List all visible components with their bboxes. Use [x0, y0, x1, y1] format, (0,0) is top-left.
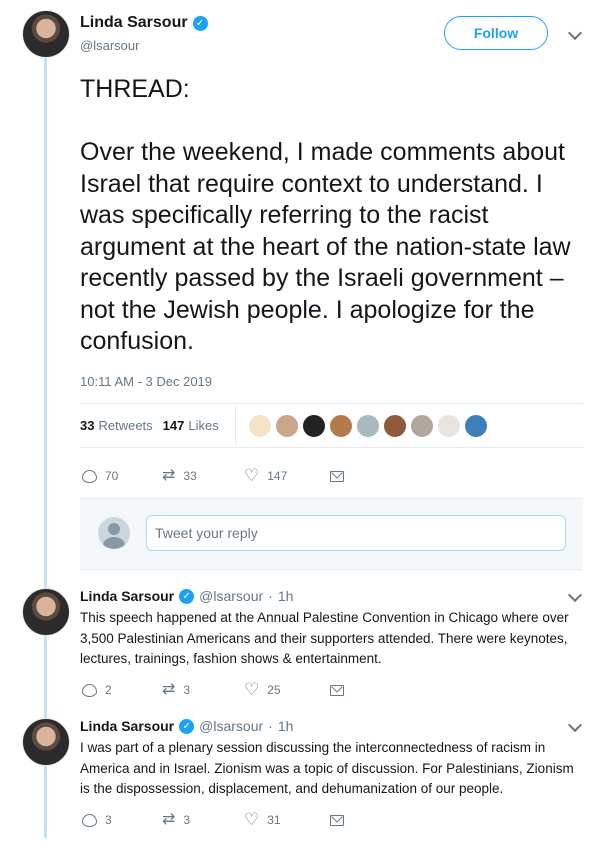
- mail-icon: [330, 814, 344, 826]
- avatar[interactable]: [22, 718, 70, 766]
- like-count: 25: [267, 683, 281, 697]
- retweet-icon: ⇄: [162, 467, 176, 484]
- retweet-count: 3: [183, 683, 191, 697]
- tweet-actions: 3 ⇄ 3 ♡ 31: [82, 810, 344, 829]
- chevron-down-icon[interactable]: [567, 587, 583, 603]
- liker-avatar[interactable]: [302, 414, 326, 438]
- author-name[interactable]: Linda Sarsour: [80, 588, 174, 604]
- reply-composer: [80, 498, 583, 570]
- divider: [80, 447, 583, 448]
- liker-avatar[interactable]: [437, 414, 461, 438]
- retweet-count: 3: [183, 813, 191, 827]
- likes-stat[interactable]: 147 Likes: [163, 418, 219, 433]
- tweet-stats: 33 Retweets 147 Likes: [80, 418, 229, 433]
- retweets-label: Retweets: [98, 418, 153, 433]
- tweet-actions: 2 ⇄ 3 ♡ 25: [82, 680, 344, 699]
- tweet-text: I was part of a plenary session discussi…: [80, 740, 574, 796]
- like-count: 147: [267, 469, 288, 483]
- divider: [80, 403, 583, 404]
- reply-icon: [82, 813, 97, 827]
- tweet-header: Linda Sarsour ✓ @lsarsour · 1h: [80, 588, 293, 604]
- retweet-action[interactable]: ⇄ 3: [162, 812, 244, 828]
- message-action[interactable]: [330, 684, 344, 696]
- reply-action[interactable]: 3: [82, 813, 162, 827]
- avatar[interactable]: [22, 588, 70, 636]
- author-handle[interactable]: @lsarsour: [199, 718, 263, 734]
- liker-avatar[interactable]: [275, 414, 299, 438]
- reply-count: 3: [105, 813, 112, 827]
- author-name-row: Linda Sarsour ✓: [80, 14, 208, 32]
- liker-avatar[interactable]: [248, 414, 272, 438]
- liker-avatar[interactable]: [356, 414, 380, 438]
- heart-icon: ♡: [244, 680, 260, 699]
- retweets-count: 33: [80, 418, 95, 433]
- verified-badge-icon: ✓: [179, 588, 195, 604]
- author-handle[interactable]: @lsarsour: [199, 588, 263, 604]
- mail-icon: [330, 470, 344, 482]
- reply-icon: [82, 683, 97, 697]
- mail-icon: [330, 684, 344, 696]
- retweet-icon: ⇄: [162, 681, 176, 698]
- heart-icon: ♡: [244, 810, 260, 829]
- separator-dot: ·: [268, 588, 273, 604]
- tweet-time[interactable]: 1h: [278, 588, 294, 604]
- separator-dot: ·: [268, 718, 273, 734]
- reply-action[interactable]: 2: [82, 683, 162, 697]
- reply-action[interactable]: 70: [82, 469, 162, 483]
- chevron-down-icon[interactable]: [567, 25, 583, 41]
- author-name[interactable]: Linda Sarsour: [80, 718, 174, 734]
- tweet-header: Linda Sarsour ✓ @lsarsour · 1h: [80, 718, 293, 734]
- liker-avatar[interactable]: [464, 414, 488, 438]
- retweet-count: 33: [183, 469, 197, 483]
- message-action[interactable]: [330, 814, 344, 826]
- like-action[interactable]: ♡ 31: [244, 810, 330, 829]
- tweet-timestamp[interactable]: 10:11 AM - 3 Dec 2019: [80, 374, 212, 389]
- tweet-time[interactable]: 1h: [278, 718, 294, 734]
- reply-icon: [82, 469, 97, 483]
- tweet-text: THREAD: Over the weekend, I made comment…: [80, 75, 571, 355]
- tweet-text: This speech happened at the Annual Pales…: [80, 610, 569, 666]
- retweet-icon: ⇄: [162, 811, 176, 828]
- reply-count: 2: [105, 683, 112, 697]
- verified-badge-icon: ✓: [192, 15, 208, 31]
- reply-count: 70: [105, 469, 119, 483]
- liker-avatar[interactable]: [383, 414, 407, 438]
- like-action[interactable]: ♡ 25: [244, 680, 330, 699]
- follow-button[interactable]: Follow: [444, 16, 548, 50]
- heart-icon: ♡: [244, 466, 260, 485]
- like-action[interactable]: ♡ 147: [244, 466, 330, 485]
- liker-avatar[interactable]: [410, 414, 434, 438]
- liker-avatars: [248, 414, 488, 438]
- likes-count: 147: [162, 418, 185, 433]
- likes-label: Likes: [188, 418, 219, 433]
- avatar: [98, 517, 130, 549]
- retweets-stat[interactable]: 33 Retweets: [80, 418, 153, 433]
- author-handle[interactable]: @lsarsour: [80, 38, 139, 53]
- retweet-action[interactable]: ⇄ 3: [162, 682, 244, 698]
- retweet-action[interactable]: ⇄ 33: [162, 468, 244, 484]
- avatar[interactable]: [22, 10, 70, 58]
- author-name[interactable]: Linda Sarsour: [80, 14, 188, 32]
- liker-avatar[interactable]: [329, 414, 353, 438]
- message-action[interactable]: [330, 470, 344, 482]
- verified-badge-icon: ✓: [179, 718, 195, 734]
- tweet-actions: 70 ⇄ 33 ♡ 147: [82, 466, 344, 485]
- like-count: 31: [267, 813, 281, 827]
- reply-input[interactable]: [146, 515, 566, 551]
- chevron-down-icon[interactable]: [567, 717, 583, 733]
- stats-separator: [235, 405, 236, 445]
